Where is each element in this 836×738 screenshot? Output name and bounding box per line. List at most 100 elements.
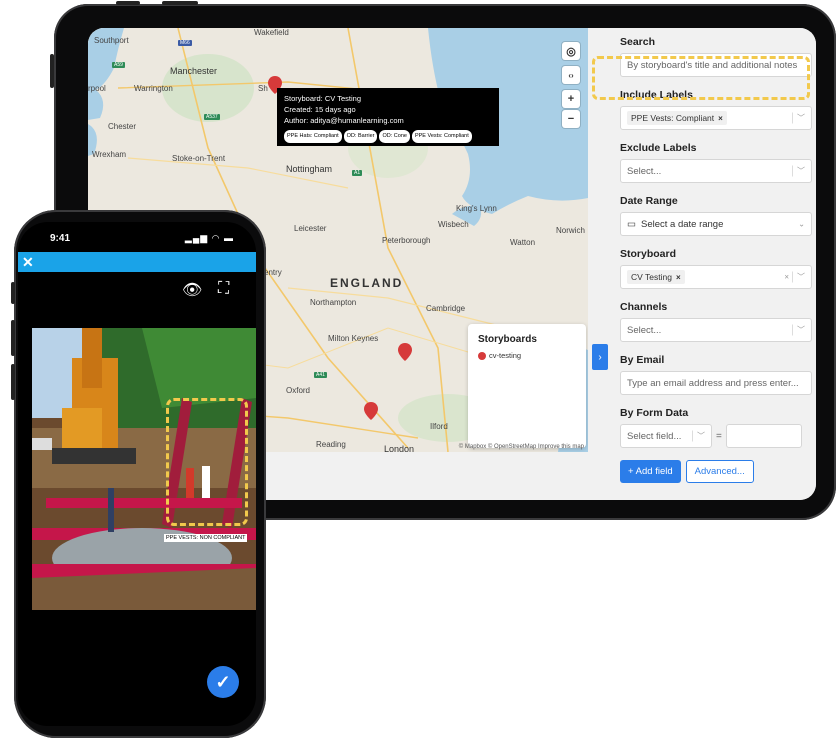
tag-text: CV Testing [631,272,672,282]
road-badge: A59 [112,62,125,68]
zoom-in-button[interactable]: + [562,90,580,108]
map-pin-icon[interactable] [364,402,378,420]
label-chip: PPE Vests: Compliant [411,130,472,143]
exclude-placeholder: Select... [627,165,662,177]
map-place: Stoke-on-Trent [172,154,226,163]
exclude-labels-select[interactable]: Select... ﹀ [620,159,812,183]
label-chip: OD: Cone [379,130,410,143]
map-place: Watton [510,238,536,247]
road-badge: A1 [352,170,363,176]
clear-icon[interactable]: × [780,273,789,282]
map-legend: Storyboards cv-testing [468,324,586,448]
map-place: Sh [258,84,268,93]
remove-tag-icon[interactable]: × [676,273,681,282]
map-place: Oxford [286,386,311,395]
map-place: Manchester [170,66,218,76]
tooltip-chips: PPE Hats: Compliant OD: Barrier OD: Cone… [284,130,492,143]
chevron-down-icon[interactable]: ﹀ [792,165,805,177]
map-place: Northampton [310,298,357,307]
map-place: entry [264,268,282,277]
app-bar: ✕ [18,252,256,272]
detection-label: PPE VESTS: NON COMPLIANT [164,534,248,542]
tablet-button [162,1,198,5]
chevron-down-icon[interactable]: ﹀ [792,324,805,336]
include-label-tag[interactable]: PPE Vests: Compliant × [627,111,727,125]
channels-select[interactable]: Select... ﹀ [620,318,812,342]
search-label: Search [620,36,656,48]
map-place: rpool [88,84,106,93]
map-pin-icon[interactable] [398,343,412,361]
crop-icon[interactable]: ⛶ [218,280,229,298]
channels-label: Channels [620,301,668,313]
include-labels-select[interactable]: PPE Vests: Compliant × ﹀ [620,106,812,130]
channels-placeholder: Select... [627,324,662,336]
include-labels-label: Include Labels [620,89,693,101]
tooltip-created: Created: 15 days ago [284,105,356,114]
by-email-label: By Email [620,354,665,366]
road-badge: A41 [314,372,327,378]
tablet-button [50,54,54,88]
detection-box [166,398,248,526]
zoom-out-button[interactable]: − [562,110,580,128]
storyboard-label: Storyboard [620,248,677,260]
date-range-label: Date Range [620,195,678,207]
map-place: Nottingham [286,164,333,174]
map-place: Peterborough [382,236,431,245]
status-icons: ▂▄▆ ◠ ▬ [184,233,234,243]
road-badge: A537 [204,114,220,120]
toggle-view-icon[interactable]: ‹› [562,66,580,84]
map-place: Wakefield [254,28,289,37]
chevron-down-icon[interactable]: ⌄ [794,220,805,229]
road-badge: M66 [178,40,192,46]
search-input[interactable]: By storyboard's title and additional not… [620,53,812,77]
phone-button [11,364,15,400]
locate-icon[interactable]: ◎ [562,42,580,60]
panel-expand-icon[interactable]: › [592,344,608,370]
label-chip: OD: Barrier [343,130,378,143]
status-bar: 9:41 ▂▄▆ ◠ ▬ [18,222,256,252]
action-row: + Add field Advanced... [620,460,812,483]
close-icon[interactable]: ✕ [22,254,34,270]
operator-label: = [716,430,722,442]
map-place: Warrington [134,84,173,93]
tooltip-title: Storyboard: CV Testing [284,94,361,103]
chevron-down-icon[interactable]: ﹀ [792,271,805,283]
map-attribution[interactable]: © Mapbox © OpenStreetMap Improve this ma… [459,444,584,450]
legend-title: Storyboards [478,334,537,345]
confirm-check-icon[interactable]: ✓ [207,666,239,698]
map-place: Milton Keynes [328,334,379,343]
map-place: Norwich [556,226,585,235]
map-place: Reading [316,440,346,449]
map-place: ENGLAND [330,276,404,290]
date-range-picker[interactable]: ▭ Select a date range ⌄ [620,212,812,236]
form-field-placeholder: Select field... [627,430,682,442]
map-place: Wrexham [92,150,127,159]
add-field-button[interactable]: + Add field [620,460,681,483]
by-form-data-label: By Form Data [620,407,689,419]
map-place: London [384,444,415,452]
status-time: 9:41 [50,233,71,244]
storyboard-select[interactable]: CV Testing × × ﹀ [620,265,812,289]
form-field-select[interactable]: Select field... ﹀ [620,424,712,448]
map-place: King's Lynn [456,204,497,213]
email-placeholder: Type an email address and press enter... [627,377,799,389]
advanced-button[interactable]: Advanced... [685,460,754,483]
legend-item[interactable]: cv-testing [478,351,576,360]
chevron-down-icon[interactable]: ﹀ [692,430,705,442]
tag-text: PPE Vests: Compliant [631,113,715,123]
stage: Southport Wakefield Manchester Warringto… [0,0,836,738]
calendar-icon: ▭ [627,218,636,230]
form-value-input[interactable] [725,424,802,448]
map-tooltip: Storyboard: CV Testing Created: 15 days … [277,88,499,146]
tablet-button [116,1,140,5]
remove-tag-icon[interactable]: × [718,114,723,123]
email-input[interactable]: Type an email address and press enter... [620,371,812,395]
chevron-down-icon[interactable]: ﹀ [792,112,805,124]
storyboard-tag[interactable]: CV Testing × [627,270,685,284]
map-place: Southport [94,36,129,45]
tooltip-author: Author: aditya@humanlearning.com [284,116,404,125]
map-place: Leicester [294,224,327,233]
label-chip: PPE Hats: Compliant [284,130,342,143]
phone-button [11,282,15,304]
eye-icon[interactable]: 👁 [182,280,202,300]
